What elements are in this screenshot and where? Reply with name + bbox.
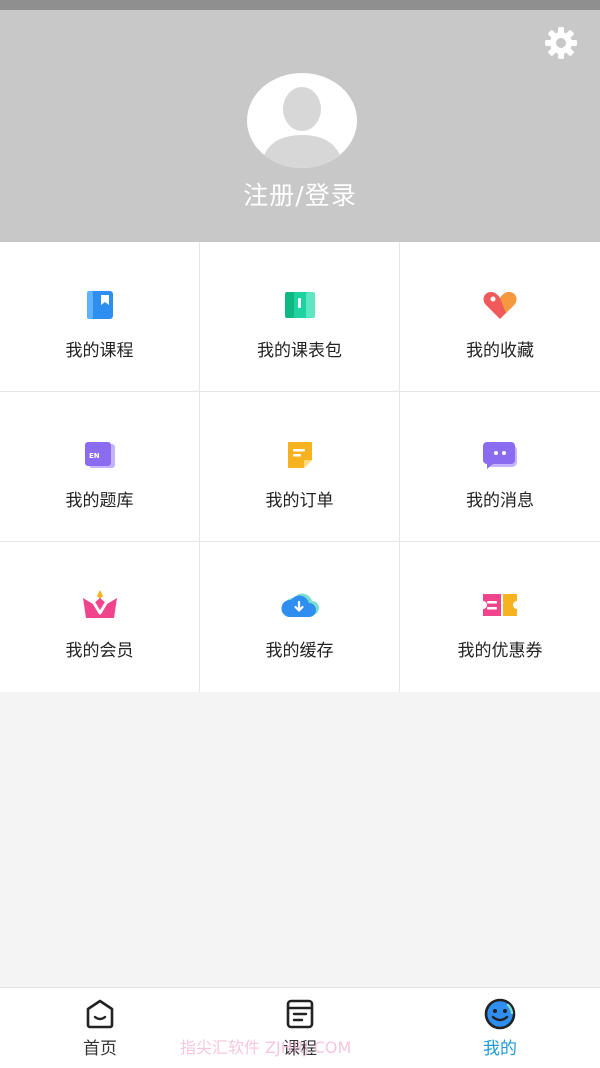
grid-item-label: 我的优惠券 bbox=[457, 641, 543, 661]
feature-grid: 我的课程 我的课表包 我的收藏 EN 我的题库 我的订单 我的消息 我的会员 我… bbox=[0, 242, 600, 692]
vip-crown-icon bbox=[80, 588, 120, 622]
login-register-link[interactable]: 注册/登录 bbox=[0, 176, 600, 212]
grid-item-label: 我的缓存 bbox=[265, 641, 334, 661]
profile-face-icon bbox=[483, 998, 517, 1030]
tab-home[interactable]: 首页 bbox=[0, 988, 200, 1068]
grid-item-my-orders[interactable]: 我的订单 bbox=[200, 392, 400, 542]
tab-label: 首页 bbox=[83, 1039, 117, 1059]
question-bank-icon: EN bbox=[80, 438, 120, 472]
default-avatar-icon bbox=[261, 87, 343, 168]
cloud-download-icon bbox=[280, 588, 320, 622]
grid-item-my-cache[interactable]: 我的缓存 bbox=[200, 542, 400, 692]
home-icon bbox=[83, 998, 117, 1030]
grid-item-my-favorites[interactable]: 我的收藏 bbox=[400, 242, 600, 392]
schedule-book-icon bbox=[280, 288, 320, 322]
grid-item-question-bank[interactable]: EN 我的题库 bbox=[0, 392, 200, 542]
grid-item-my-coupons[interactable]: 我的优惠券 bbox=[400, 542, 600, 692]
course-list-icon bbox=[283, 998, 317, 1030]
message-bubble-icon bbox=[480, 438, 520, 472]
tab-label: 课程 bbox=[283, 1039, 317, 1059]
settings-button[interactable] bbox=[544, 26, 578, 60]
tab-courses[interactable]: 课程 bbox=[200, 988, 400, 1068]
tab-mine[interactable]: 我的 bbox=[400, 988, 600, 1068]
heart-icon bbox=[480, 288, 520, 322]
gear-icon bbox=[545, 27, 577, 59]
profile-header: 注册/登录 bbox=[0, 10, 600, 242]
grid-item-label: 我的会员 bbox=[65, 641, 134, 661]
bottom-tab-bar: 首页 课程 我的 bbox=[0, 987, 600, 1068]
grid-item-my-membership[interactable]: 我的会员 bbox=[0, 542, 200, 692]
svg-text:EN: EN bbox=[89, 452, 100, 460]
grid-item-label: 我的题库 bbox=[65, 491, 134, 511]
grid-item-label: 我的课表包 bbox=[257, 341, 342, 361]
grid-item-label: 我的课程 bbox=[65, 341, 134, 361]
grid-item-my-messages[interactable]: 我的消息 bbox=[400, 392, 600, 542]
avatar[interactable] bbox=[247, 73, 357, 168]
grid-item-label: 我的订单 bbox=[265, 491, 334, 511]
order-note-icon bbox=[280, 438, 320, 472]
grid-item-label: 我的收藏 bbox=[466, 341, 534, 361]
coupon-ticket-icon bbox=[480, 588, 520, 622]
grid-item-label: 我的消息 bbox=[466, 491, 534, 511]
tab-label: 我的 bbox=[483, 1039, 517, 1059]
status-bar bbox=[0, 0, 600, 10]
grid-item-my-schedule[interactable]: 我的课表包 bbox=[200, 242, 400, 392]
grid-item-my-courses[interactable]: 我的课程 bbox=[0, 242, 200, 392]
course-book-icon bbox=[80, 288, 120, 322]
